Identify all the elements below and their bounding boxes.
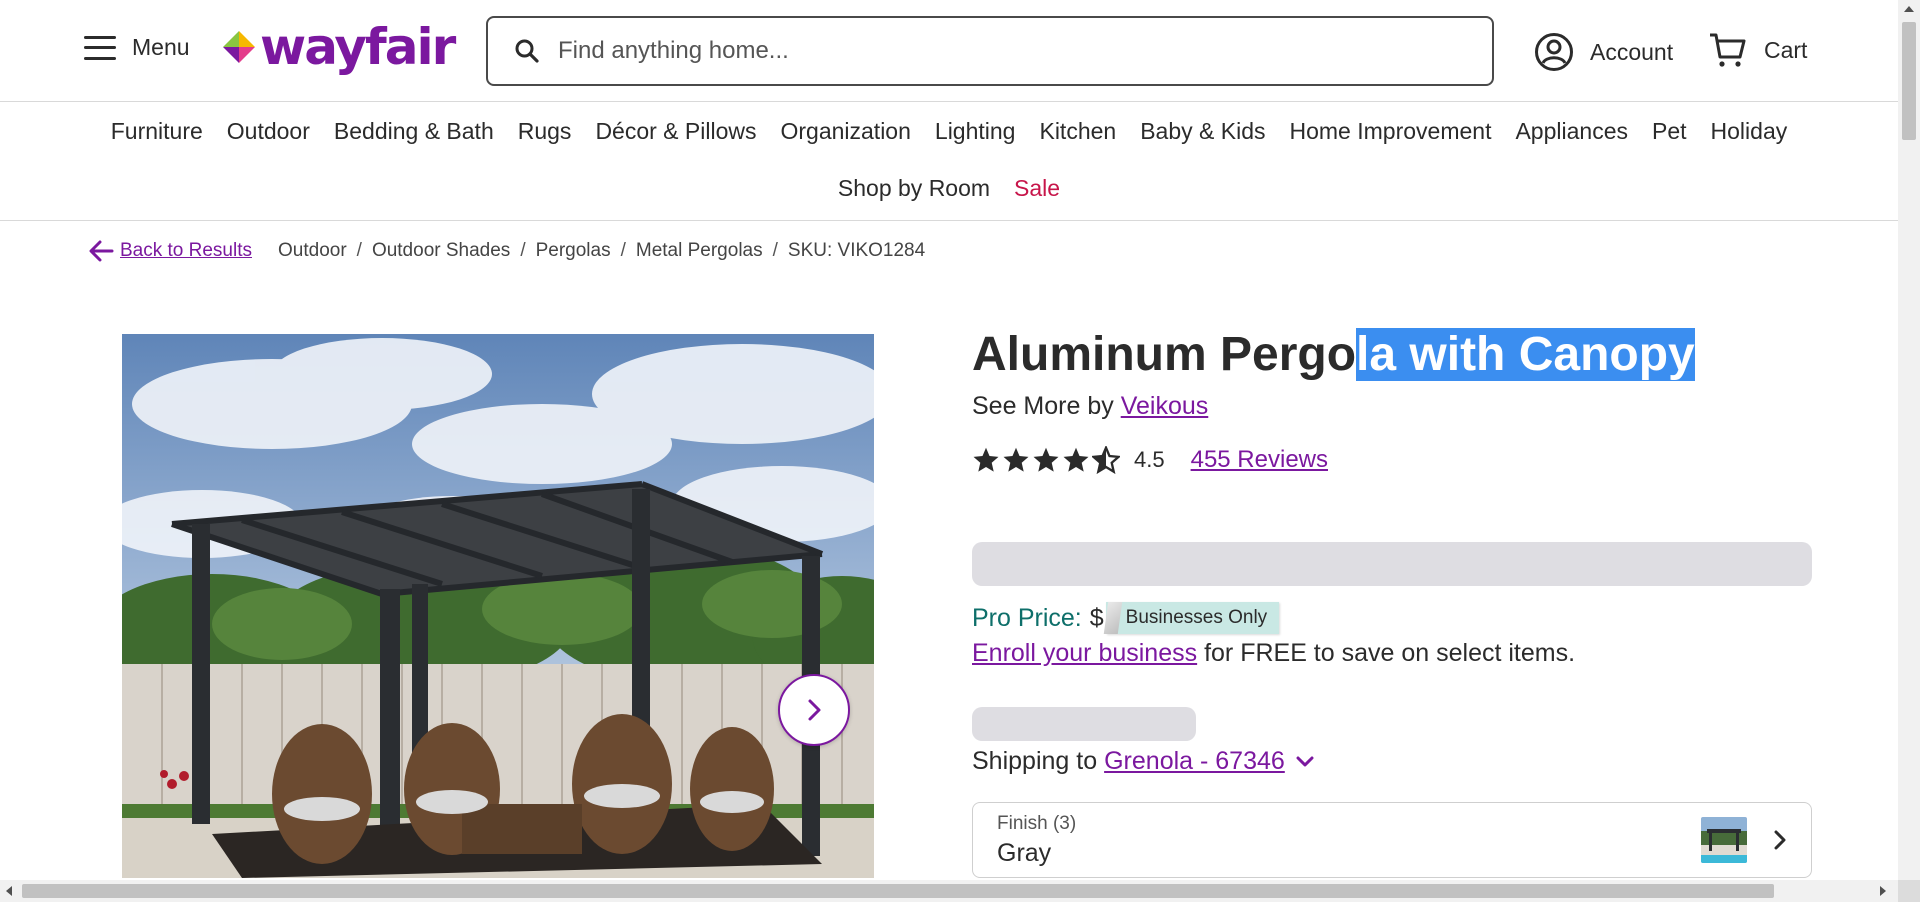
pro-price-label: Pro Price: — [972, 603, 1082, 632]
nav-item-organization[interactable]: Organization — [768, 118, 922, 145]
category-nav-row: Furniture Outdoor Bedding & Bath Rugs Dé… — [0, 118, 1898, 145]
delivery-placeholder — [972, 707, 1196, 741]
breadcrumb-item-outdoor-shades[interactable]: Outdoor Shades — [372, 240, 510, 262]
breadcrumb-item-outdoor[interactable]: Outdoor — [278, 240, 347, 262]
image-next-button[interactable] — [778, 674, 850, 746]
back-to-results-label: Back to Results — [120, 240, 252, 261]
site-header: Menu wayfair Account Cart — [0, 0, 1898, 102]
chevron-down-icon[interactable] — [1295, 755, 1315, 769]
product-sku: SKU: VIKO1284 — [787, 240, 926, 261]
star-icon — [1063, 447, 1089, 472]
nav-item-lighting[interactable]: Lighting — [923, 118, 1028, 145]
search-icon — [515, 39, 539, 63]
scrollbar-corner — [1898, 880, 1920, 902]
nav-item-baby-kids[interactable]: Baby & Kids — [1128, 118, 1277, 145]
price-placeholder — [972, 542, 1812, 586]
rating-stars — [972, 446, 1120, 474]
breadcrumb: Back to Results Outdoor / Outdoor Shades… — [88, 240, 925, 262]
breadcrumb-separator: / — [356, 240, 362, 261]
finish-thumbnail-image — [1701, 817, 1747, 863]
product-rating: 4.5 455 Reviews — [972, 446, 1328, 474]
logo-text: wayfair — [260, 18, 456, 76]
nav-item-holiday[interactable]: Holiday — [1699, 118, 1800, 145]
chevron-right-icon — [808, 699, 821, 721]
nav-item-home-improvement[interactable]: Home Improvement — [1278, 118, 1504, 145]
finish-value: Gray — [997, 839, 1052, 867]
nav-item-sale[interactable]: Sale — [1002, 175, 1072, 202]
category-nav-row-2: Shop by Room Sale — [0, 175, 1898, 202]
menu-icon — [84, 35, 116, 60]
wayfair-logo[interactable]: wayfair — [222, 18, 456, 76]
account-label: Account — [1590, 38, 1674, 65]
cart-label: Cart — [1764, 36, 1808, 63]
pro-price: Pro Price: $ Businesses Only — [972, 602, 1280, 634]
breadcrumb-separator: / — [772, 240, 778, 261]
nav-item-appliances[interactable]: Appliances — [1503, 118, 1640, 145]
search-input[interactable] — [558, 37, 1458, 65]
vertical-scrollbar[interactable] — [1898, 0, 1920, 880]
nav-item-kitchen[interactable]: Kitchen — [1027, 118, 1128, 145]
account-button[interactable]: Account — [1534, 32, 1673, 72]
nav-item-decor-pillows[interactable]: Décor & Pillows — [583, 118, 768, 145]
product-title-text: Aluminum Pergo — [972, 328, 1357, 381]
finish-selector[interactable]: Finish (3) Gray — [972, 802, 1812, 878]
businesses-only-badge: Businesses Only — [1105, 602, 1280, 634]
menu-label: Menu — [132, 34, 190, 60]
nav-item-bedding-bath[interactable]: Bedding & Bath — [322, 118, 506, 145]
horizontal-scroll-thumb[interactable] — [22, 884, 1774, 898]
pergola-photo — [122, 334, 874, 878]
finish-thumbnail — [1701, 817, 1747, 863]
cart-button[interactable]: Cart — [1708, 30, 1807, 70]
account-icon — [1535, 33, 1573, 71]
breadcrumb-separator: / — [520, 240, 526, 261]
cart-icon — [1710, 33, 1746, 67]
half-star-icon — [1092, 446, 1120, 474]
scroll-right-arrow-icon[interactable] — [1880, 886, 1886, 896]
scroll-left-arrow-icon[interactable] — [6, 886, 12, 896]
breadcrumb-item-pergolas[interactable]: Pergolas — [536, 240, 611, 262]
logo-mark-icon — [223, 31, 255, 63]
nav-item-furniture[interactable]: Furniture — [99, 118, 215, 145]
star-icon — [1033, 447, 1059, 472]
enroll-rest: for FREE to save on select items. — [1197, 639, 1576, 667]
see-more-by: See More by Veikous — [972, 392, 1208, 421]
product-image[interactable] — [122, 334, 874, 878]
vertical-scroll-thumb[interactable] — [1902, 22, 1916, 140]
pro-price-dollar: $ — [1089, 603, 1104, 632]
product-title: Aluminum Pergola with Canopy — [972, 322, 1695, 388]
scroll-up-arrow-icon[interactable] — [1904, 6, 1914, 12]
shipping-location-link[interactable]: Grenola - 67346 — [1104, 747, 1285, 776]
nav-item-pet[interactable]: Pet — [1640, 118, 1699, 145]
brand-link[interactable]: Veikous — [1121, 392, 1209, 420]
rating-value: 4.5 — [1134, 447, 1165, 472]
category-nav: Furniture Outdoor Bedding & Bath Rugs Dé… — [0, 102, 1898, 221]
arrow-left-icon — [89, 240, 114, 262]
search-box[interactable] — [486, 16, 1494, 86]
chevron-right-icon — [1774, 830, 1786, 850]
back-to-results-link[interactable]: Back to Results — [88, 240, 252, 262]
finish-label: Finish (3) — [997, 813, 1077, 834]
horizontal-scrollbar[interactable] — [0, 880, 1898, 902]
enroll-text: Enroll your business for FREE to save on… — [972, 639, 1575, 668]
product-title-selected-text: la with Canopy — [1356, 328, 1695, 381]
nav-item-shop-by-room[interactable]: Shop by Room — [826, 175, 1002, 202]
see-more-prefix: See More by — [972, 392, 1114, 420]
enroll-business-link[interactable]: Enroll your business — [972, 639, 1197, 667]
nav-item-rugs[interactable]: Rugs — [506, 118, 584, 145]
menu-button[interactable]: Menu — [84, 34, 190, 61]
nav-item-outdoor[interactable]: Outdoor — [215, 118, 322, 145]
reviews-link[interactable]: 455 Reviews — [1191, 446, 1328, 474]
shipping-to: Shipping to Grenola - 67346 — [972, 747, 1315, 776]
shipping-prefix: Shipping to — [972, 747, 1098, 775]
breadcrumb-separator: / — [620, 240, 626, 261]
breadcrumb-item-metal-pergolas[interactable]: Metal Pergolas — [636, 240, 763, 262]
star-icon — [973, 447, 999, 472]
star-icon — [1003, 447, 1029, 472]
